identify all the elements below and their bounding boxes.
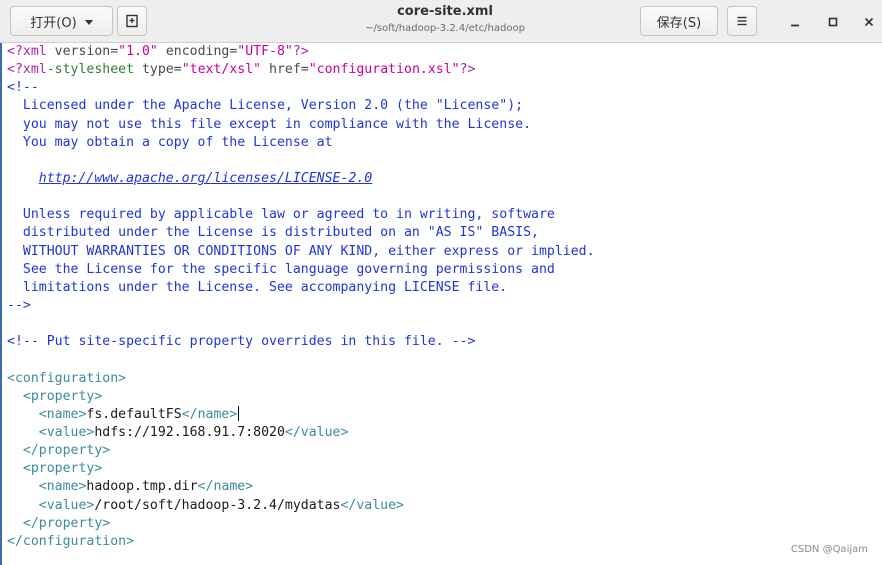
property-close-tag: </property> [22, 515, 111, 531]
header-bar: 打开(O) core-site.xml ~/soft/hadoop-3.2.4/… [0, 0, 882, 43]
comment-line: distributed under the License is distrib… [7, 225, 539, 241]
property-value: /root/soft/hadoop-3.2.4/mydatas [94, 497, 341, 513]
save-button-label: 保存(S) [656, 15, 702, 31]
code-line: </property> [7, 515, 882, 533]
stylesheet-keyword: -stylesheet [46, 62, 135, 78]
value-close-tag: </value> [340, 497, 405, 513]
attr-value-encoding: "UTF-8" [237, 44, 293, 59]
property-name: fs.defaultFS [86, 406, 182, 422]
attr-type: type= [134, 62, 182, 78]
text-editor[interactable]: <?xml version="1.0" encoding="UTF-8"?> <… [0, 43, 882, 565]
license-link[interactable]: http://www.apache.org/licenses/LICENSE-2… [39, 171, 372, 186]
code-line: <name>fs.defaultFS</name> [7, 406, 882, 424]
property-open-tag: <property> [22, 461, 103, 477]
attr-value-version: "1.0" [118, 44, 158, 59]
xml-declaration-close: ?> [292, 44, 309, 59]
maximize-button[interactable] [823, 12, 843, 32]
comment-close: --> [7, 297, 31, 313]
configuration-close-tag: </configuration> [7, 533, 135, 549]
code-line: <?xml version="1.0" encoding="UTF-8"?> [7, 43, 882, 61]
open-button-label: 打开(O) [30, 15, 77, 31]
window-title: core-site.xml [397, 4, 493, 19]
name-close-tag: </name> [197, 479, 254, 495]
configuration-open-tag: <configuration> [7, 370, 127, 386]
comment-line: you may not use this file except in comp… [7, 116, 532, 132]
xml-declaration-open: <?xml [7, 44, 47, 59]
save-button[interactable]: 保存(S) [640, 6, 718, 36]
maximize-icon [828, 17, 838, 27]
attr-value-type: "text/xsl" [181, 62, 262, 78]
property-open-tag: <property> [22, 388, 103, 404]
code-line: http://www.apache.org/licenses/LICENSE-2… [7, 170, 882, 188]
watermark: CSDN @Qaijam [790, 544, 868, 555]
close-button[interactable] [859, 12, 879, 32]
value-close-tag: </value> [284, 424, 349, 440]
comment-line: Unless required by applicable law or agr… [7, 207, 555, 223]
value-open-tag: <value> [38, 497, 95, 513]
menu-button[interactable] [727, 6, 757, 36]
attr-href: href= [261, 62, 309, 78]
minimize-button[interactable] [785, 12, 805, 32]
comment-line: limitations under the License. See accom… [7, 279, 508, 295]
code-line: <?xml-stylesheet type="text/xsl" href="c… [7, 61, 882, 79]
override-comment: <!-- Put site-specific property override… [7, 334, 476, 350]
comment-line: See the License for the specific languag… [7, 261, 555, 277]
name-open-tag: <name> [38, 479, 87, 495]
new-document-button[interactable] [117, 6, 147, 36]
close-icon [864, 17, 874, 27]
code-line: <value>/root/soft/hadoop-3.2.4/mydatas</… [7, 497, 882, 515]
code-line: <value>hdfs://192.168.91.7:8020</value> [7, 424, 882, 442]
code-line: </property> [7, 442, 882, 460]
property-name: hadoop.tmp.dir [86, 479, 198, 495]
hamburger-menu-icon [737, 16, 747, 26]
comment-line: Licensed under the Apache License, Versi… [7, 98, 524, 114]
property-value: hdfs://192.168.91.7:8020 [94, 424, 285, 440]
minimize-icon [791, 24, 799, 27]
chevron-down-icon [84, 19, 93, 25]
comment-open: <!-- [7, 80, 39, 96]
stylesheet-open: <?xml [7, 62, 47, 78]
new-document-icon [126, 14, 138, 28]
code-line: <property> [7, 460, 882, 478]
value-open-tag: <value> [38, 424, 95, 440]
comment-line: WITHOUT WARRANTIES OR CONDITIONS OF ANY … [7, 243, 595, 259]
attr-encoding: encoding= [157, 44, 238, 59]
code-line: <name>hadoop.tmp.dir</name> [7, 478, 882, 496]
name-close-tag: </name> [181, 406, 238, 422]
attr-value-href: "configuration.xsl" [308, 62, 460, 78]
name-open-tag: <name> [38, 406, 87, 422]
window-title-block: core-site.xml ~/soft/hadoop-3.2.4/etc/ha… [330, 3, 560, 37]
code-line: <property> [7, 388, 882, 406]
stylesheet-close: ?> [459, 62, 476, 78]
comment-line: You may obtain a copy of the License at [7, 134, 333, 150]
open-button[interactable]: 打开(O) [10, 6, 113, 36]
file-path: ~/soft/hadoop-3.2.4/etc/hadoop [365, 23, 525, 34]
text-cursor [238, 406, 240, 422]
attr-version: version= [46, 44, 119, 59]
property-close-tag: </property> [22, 443, 111, 459]
